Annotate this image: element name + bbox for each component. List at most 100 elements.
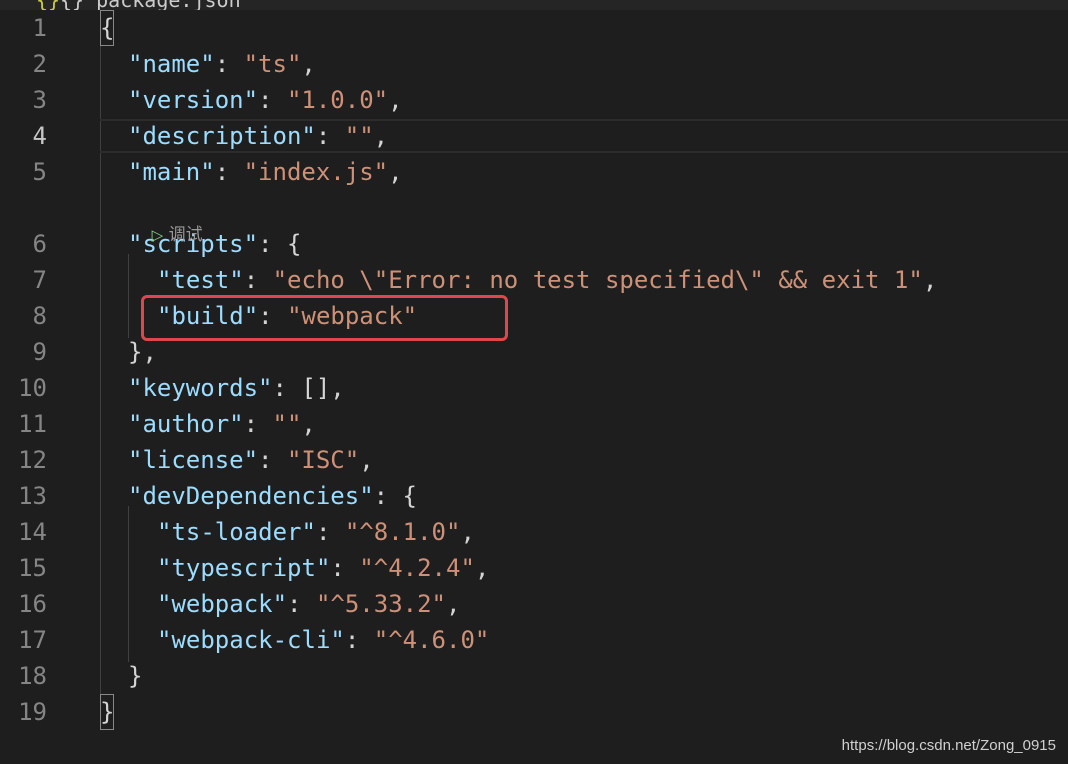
line-number: 14	[18, 518, 47, 546]
code-line[interactable]: 4 "description": "",	[0, 118, 1068, 154]
code-line[interactable]: 14 "ts-loader": "^8.1.0",	[0, 514, 1068, 550]
json-key: "webpack"	[157, 590, 288, 618]
json-key: "test"	[157, 266, 244, 294]
code-line[interactable]: 3 "version": "1.0.0",	[0, 82, 1068, 118]
punctuation: {	[100, 10, 115, 46]
line-number: 19	[18, 698, 47, 726]
code-text: "webpack-cli": "^4.6.0"	[100, 622, 489, 658]
punctuation: :	[315, 518, 345, 546]
debug-codelens-label: 调试	[168, 225, 203, 245]
punctuation: : {	[258, 230, 302, 258]
punctuation: ,	[446, 590, 461, 618]
line-number: 2	[32, 50, 47, 78]
line-number: 16	[18, 590, 47, 618]
code-line[interactable]: 19}	[0, 694, 1068, 730]
json-string: "echo \"Error: no test specified\" && ex…	[272, 266, 923, 294]
code-text: "license": "ISC",	[100, 442, 374, 478]
code-editor[interactable]: 1{2 "name": "ts", 3 "version": "1.0.0", 4 "de…	[0, 10, 1068, 764]
json-key: "version"	[128, 86, 259, 114]
json-key: "main"	[128, 158, 215, 186]
punctuation: ,	[388, 86, 403, 114]
code-line[interactable]: 15 "typescript": "^4.2.4",	[0, 550, 1068, 586]
code-text: "author": "",	[100, 406, 316, 442]
code-line[interactable]: 17 "webpack-cli": "^4.6.0"	[0, 622, 1068, 658]
line-number: 17	[18, 626, 47, 654]
debug-codelens[interactable]: ▷ 调试	[130, 190, 203, 245]
watermark: https://blog.csdn.net/Zong_0915	[841, 737, 1056, 754]
punctuation: :	[330, 554, 360, 582]
code-text: "devDependencies": {	[100, 478, 417, 514]
json-string: "1.0.0"	[286, 86, 389, 114]
json-key: "license"	[128, 446, 259, 474]
punctuation: ,	[373, 122, 389, 150]
json-string: "^5.33.2"	[315, 590, 446, 618]
code-line[interactable]: 5 "main": "index.js",	[0, 154, 1068, 190]
line-number: 15	[18, 554, 47, 582]
punctuation: ,	[460, 518, 475, 546]
json-key: "typescript"	[157, 554, 331, 582]
line-number: 18	[18, 662, 47, 690]
line-number: 6	[32, 230, 47, 258]
code-text: "webpack": "^5.33.2",	[100, 586, 460, 622]
tab-label[interactable]: {} package.json	[60, 0, 241, 10]
code-line[interactable]: 13 "devDependencies": {	[0, 478, 1068, 514]
code-line[interactable]: 16 "webpack": "^5.33.2",	[0, 586, 1068, 622]
code-line[interactable]: 18}	[0, 658, 1068, 694]
json-string: "index.js"	[243, 158, 389, 186]
json-string: ""	[272, 410, 302, 438]
json-string: ""	[344, 122, 374, 150]
punctuation: :	[258, 446, 287, 474]
line-number: 13	[18, 482, 47, 510]
code-line[interactable]: 2 "name": "ts",	[0, 46, 1068, 82]
code-line[interactable]: 11 "author": "",	[0, 406, 1068, 442]
punctuation: :	[214, 50, 244, 78]
play-icon: ▷	[151, 226, 164, 244]
json-string: "^8.1.0"	[344, 518, 461, 546]
json-string: "ts"	[243, 50, 302, 78]
code-text: "keywords": [],	[100, 370, 345, 406]
code-line[interactable]: 10 "keywords": [],	[0, 370, 1068, 406]
punctuation: :	[287, 590, 316, 618]
code-line[interactable]: 7 "test": "echo \"Error: no test specifie…	[0, 262, 1068, 298]
line-number: 1	[32, 14, 47, 42]
json-string: "ISC"	[286, 446, 360, 474]
punctuation: :	[243, 266, 273, 294]
punctuation: :	[315, 122, 345, 150]
punctuation: : [],	[272, 374, 345, 402]
code-line[interactable]: 1{	[0, 10, 1068, 46]
line-number: 11	[18, 410, 47, 438]
punctuation: : {	[373, 482, 417, 510]
punctuation: }	[100, 694, 115, 730]
line-number: 7	[32, 266, 47, 294]
json-key: "keywords"	[128, 374, 273, 402]
line-number: 8	[32, 302, 47, 330]
line-number: 12	[18, 446, 47, 474]
json-key: "description"	[128, 122, 316, 150]
json-key: "webpack-cli"	[157, 626, 345, 654]
line-number: 5	[32, 158, 47, 186]
json-string: "^4.2.4"	[359, 554, 475, 582]
code-text: "version": "1.0.0",	[100, 82, 403, 118]
line-number: 9	[32, 338, 47, 366]
punctuation: :	[258, 86, 287, 114]
editor-tab-bar: {} {} package.json	[0, 0, 1068, 10]
code-text: "main": "index.js",	[100, 154, 403, 190]
json-key: "ts-loader"	[157, 518, 316, 546]
punctuation: }	[128, 662, 143, 690]
json-key: "author"	[128, 410, 244, 438]
code-text: }	[100, 658, 142, 694]
code-text: "test": "echo \"Error: no test specified…	[100, 262, 937, 298]
punctuation: ,	[301, 50, 316, 78]
code-text: "ts-loader": "^8.1.0",	[100, 514, 475, 550]
punctuation: ,	[388, 158, 403, 186]
highlight-box	[141, 295, 508, 341]
json-braces-icon: {}	[36, 0, 60, 10]
code-text: "name": "ts",	[100, 46, 316, 82]
code-text: {	[100, 10, 115, 46]
json-key: "name"	[128, 50, 215, 78]
line-number: 3	[32, 86, 47, 114]
code-line[interactable]: 12 "license": "ISC",	[0, 442, 1068, 478]
line-number: 4	[32, 122, 47, 150]
punctuation: :	[344, 626, 374, 654]
line-number: 10	[18, 374, 47, 402]
